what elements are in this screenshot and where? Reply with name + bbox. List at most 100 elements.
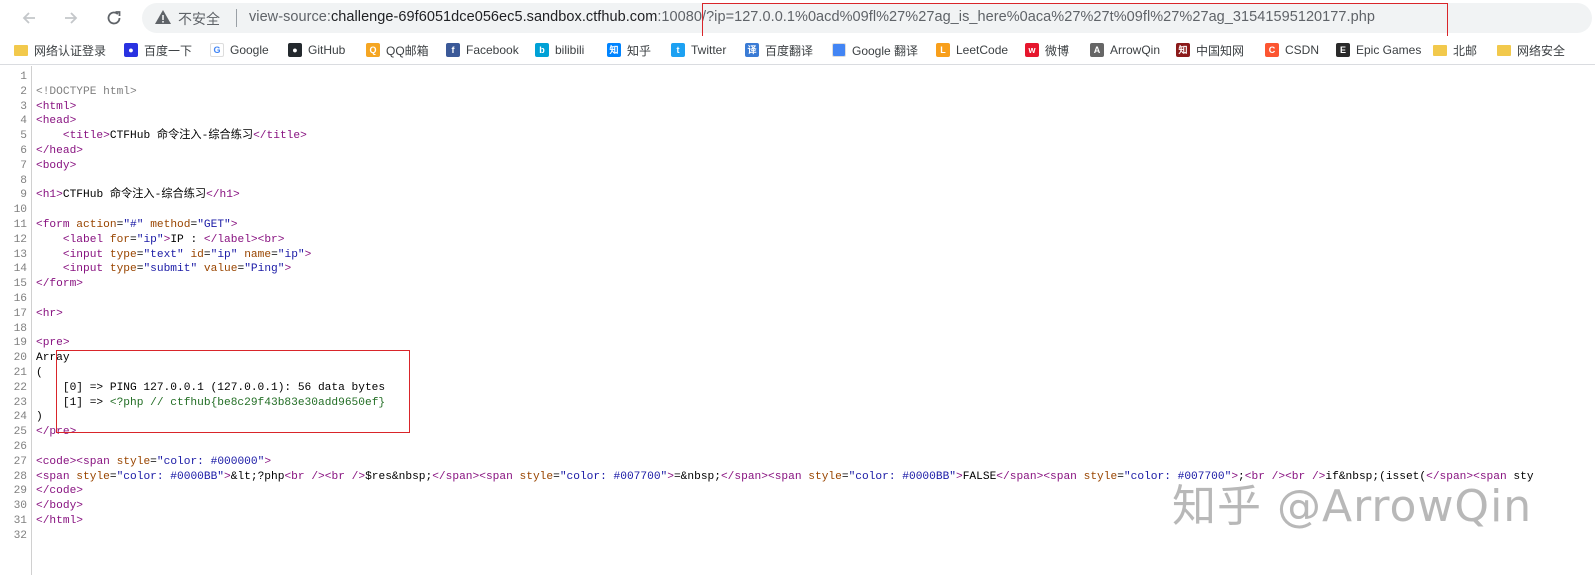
bookmark-label: 知乎 [627,43,652,58]
line-number: 19 [13,337,27,350]
source-line: <html> [36,100,77,113]
bookmark-label: Google [230,43,269,57]
source-line: <!DOCTYPE html> [36,85,137,98]
bookmark-item[interactable]: 译百度翻译 [745,40,813,60]
watermark: 知乎 @ArrowQin [1172,481,1533,532]
bilibili-icon: b [535,43,549,57]
line-number: 2 [20,85,27,98]
bookmark-item[interactable]: ● GitHub [288,40,345,60]
line-number: 23 [13,396,27,409]
bookmark-label: 百度一下 [144,43,193,58]
line-number: 29 [13,485,27,498]
source-line: <title>CTFHub 命令注入-综合练习</title> [62,130,307,143]
line-number: 4 [20,115,27,128]
source-line: </code> [36,485,84,498]
security-label[interactable]: 不安全 [178,9,220,29]
google-translate-icon: G [832,43,846,57]
back-button[interactable] [16,5,42,31]
baidu-translate-icon: 译 [745,43,759,57]
line-number: 32 [13,529,27,542]
line-number: 7 [20,159,27,172]
bookmark-item[interactable]: 知知乎 [607,40,651,60]
bookmark-item[interactable]: 知中国知网 [1176,40,1244,60]
arrowqin-icon: A [1090,43,1104,57]
source-line: </form> [36,278,84,291]
line-number: 11 [13,219,27,231]
bookmark-label: Google 翻译 [852,43,919,58]
bookmark-label: 中国知网 [1196,43,1245,58]
bookmark-label: 百度翻译 [765,43,814,58]
bookmark-item[interactable]: 网络安全 [1497,40,1565,60]
github-icon: ● [288,43,302,57]
bookmark-item[interactable]: 网络认证登录 [14,40,106,60]
zhihu-icon: 知 [607,43,621,57]
line-number: 18 [13,322,27,335]
line-number: 16 [13,293,27,305]
bookmark-item[interactable]: t Twitter [671,40,726,60]
source-line: <pre> [36,337,70,350]
url-port: :10080 [657,9,702,25]
bookmark-label: Facebook [466,43,519,57]
bookmark-label: Epic Games [1356,43,1422,57]
bookmark-item[interactable]: E Epic Games [1336,40,1421,60]
arrow-right-icon [65,12,78,24]
source-line: </head> [36,145,84,157]
line-number: 3 [20,100,27,113]
forward-button[interactable] [58,5,84,31]
cnki-icon: 知 [1176,43,1190,57]
browser-toolbar: 不安全 view-source:challenge-69f6051dce056e… [0,0,1595,40]
source-line: </body> [36,500,84,513]
bookmark-label: bilibili [555,43,585,57]
bookmark-item[interactable]: L LeetCode [936,40,1008,60]
folder-icon [14,44,28,56]
source-line: <h1>CTFHub 命令注入-综合练习</h1> [36,189,240,202]
bookmark-item[interactable]: C CSDN [1265,40,1319,60]
warning-triangle-icon[interactable] [154,8,172,26]
twitter-icon: t [671,43,685,57]
url-host: challenge-69f6051dce056ec5.sandbox.ctfhu… [331,9,658,25]
bookmark-item[interactable]: G Google [210,40,269,60]
url-prefix: view-source: [249,9,331,25]
leetcode-icon: L [936,43,950,57]
bookmarks-bar: 网络认证登录 ● 百度一下 G Google ● GitHub Q QQ邮箱 f Facebook b… [0,36,1595,65]
bookmark-label: ArrowQin [1110,43,1161,57]
source-line: <input type="submit" value="Ping"> [62,263,292,276]
output-highlight-box [56,350,410,433]
google-icon: G [210,43,224,57]
line-number: 28 [13,470,27,483]
line-number: 15 [13,278,27,291]
source-line: </html> [36,515,84,527]
line-number: 20 [13,352,27,365]
bookmark-item[interactable]: b bilibili [535,40,584,60]
bookmark-item[interactable]: 北邮 [1433,40,1477,60]
source-line: ( [36,367,43,379]
line-number: 27 [13,455,27,468]
bookmark-label: 网络认证登录 [34,43,107,58]
line-number: 24 [13,411,27,424]
bookmark-item[interactable]: Q QQ邮箱 [366,40,429,60]
line-number: 9 [20,189,27,202]
line-number: 1 [20,71,27,83]
address-divider [236,9,237,27]
weibo-icon: w [1025,43,1039,57]
bookmark-label: 网络安全 [1517,43,1566,58]
line-number: 8 [20,174,27,187]
bookmark-item[interactable]: ● 百度一下 [124,40,192,60]
bookmark-item[interactable]: G Google 翻译 [832,40,918,60]
line-number: 10 [13,204,27,217]
bookmark-item[interactable]: w 微博 [1025,40,1069,60]
source-line: <label for="ip">IP : </label><br> [62,233,285,246]
epic-icon: E [1336,43,1350,57]
line-number: 17 [13,307,27,320]
arrow-left-icon [22,12,35,24]
bookmark-item[interactable]: A ArrowQin [1090,40,1160,60]
baidu-paw-icon: ● [124,43,138,57]
source-line: <form action="#" method="GET"> [36,219,238,231]
line-number: 13 [13,248,27,261]
bookmark-item[interactable]: f Facebook [446,40,519,60]
bookmark-label: CSDN [1285,43,1320,57]
source-line: <hr> [36,307,63,320]
line-number: 6 [20,145,27,157]
line-number: 12 [13,233,27,246]
reload-button[interactable] [101,5,127,31]
